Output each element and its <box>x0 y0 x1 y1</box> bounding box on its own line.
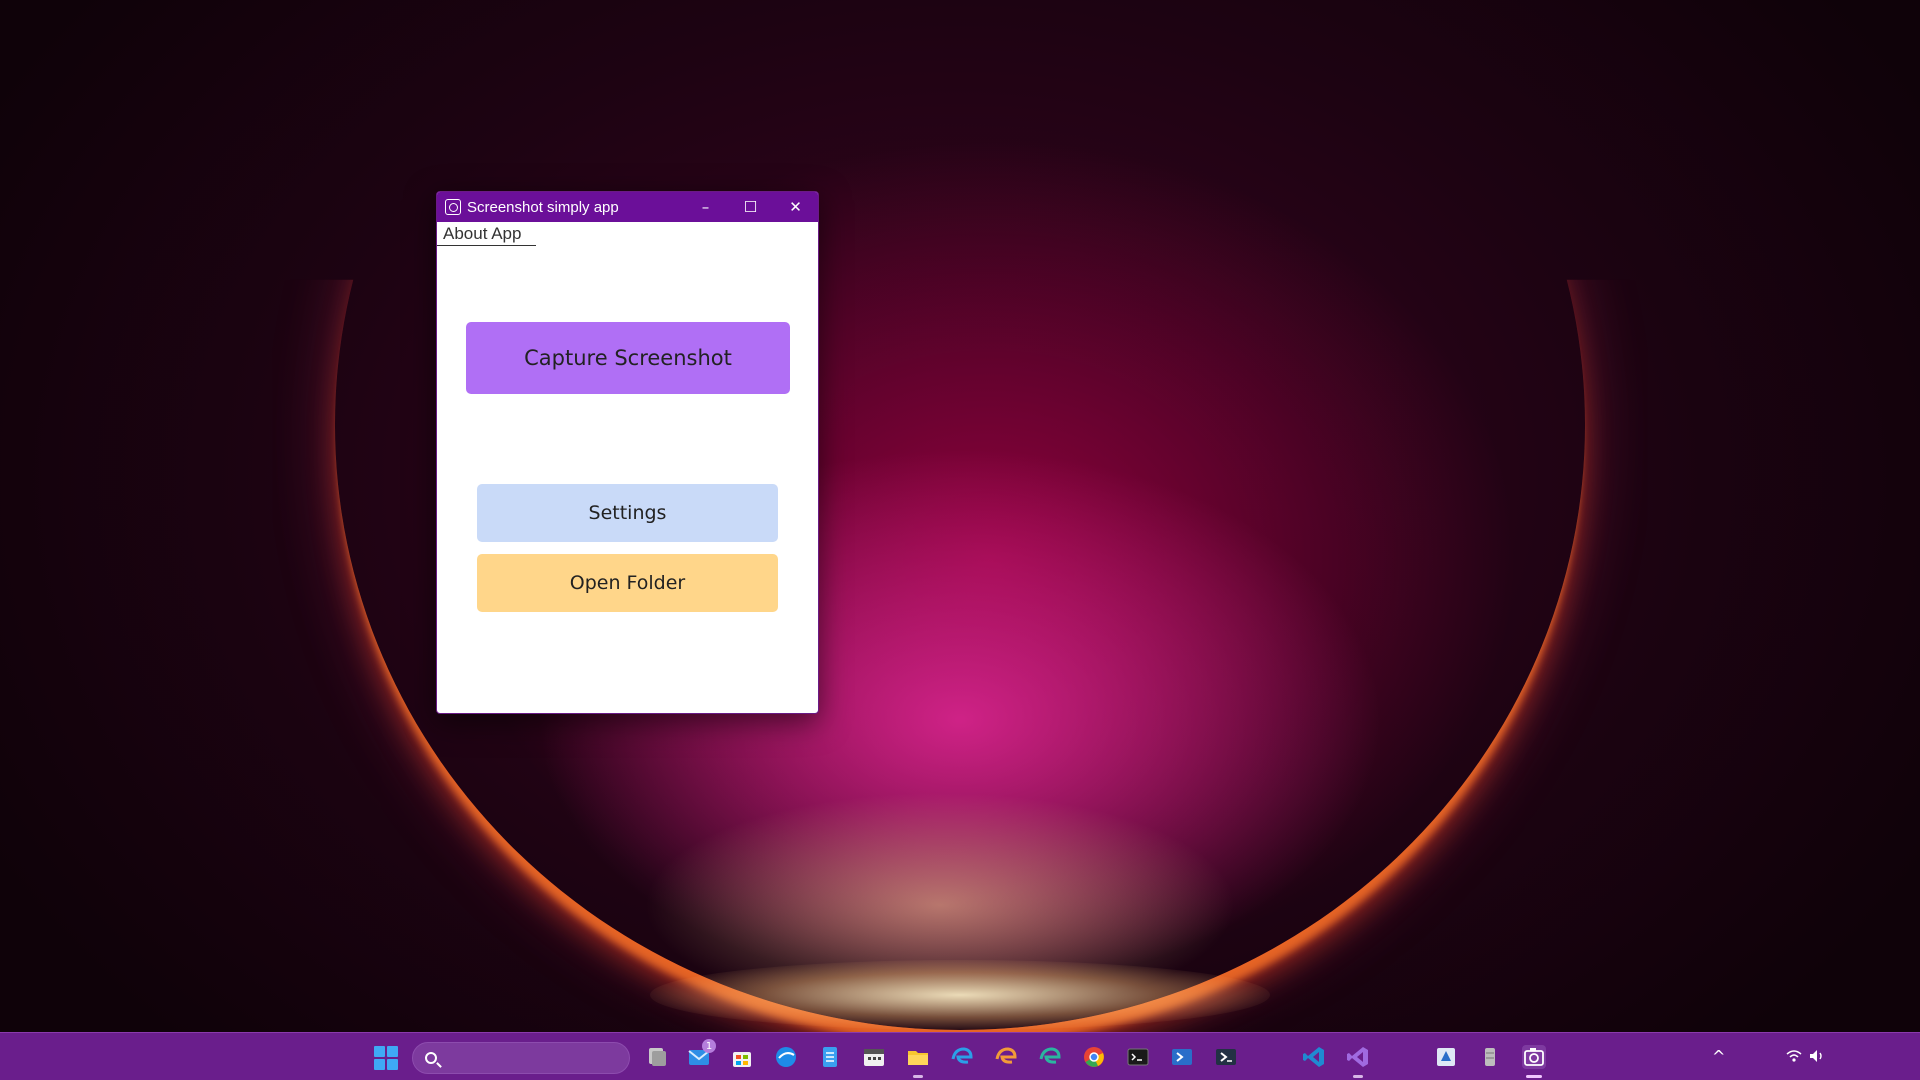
screenshot-app-icon[interactable] <box>1522 1045 1546 1078</box>
capture-screenshot-button[interactable]: Capture Screenshot <box>466 322 790 394</box>
edge-beta-icon[interactable] <box>994 1045 1018 1069</box>
search-icon <box>425 1052 437 1064</box>
notepad-icon[interactable] <box>818 1045 842 1069</box>
taskbar-search[interactable] <box>412 1042 630 1074</box>
wallpaper-glow-highlight <box>650 960 1270 1030</box>
terminal-icon[interactable] <box>1126 1045 1150 1069</box>
powershell-icon[interactable] <box>1170 1045 1194 1069</box>
window-titlebar[interactable]: Screenshot simply app – ☐ ✕ <box>437 192 818 222</box>
installer-icon[interactable] <box>1434 1045 1458 1069</box>
wifi-icon[interactable] <box>1785 1047 1803 1065</box>
menu-bar: About App <box>437 222 818 246</box>
chevron-up-icon[interactable]: ^ <box>1712 1047 1725 1066</box>
open-folder-button[interactable]: Open Folder <box>477 554 778 612</box>
powershell-core-icon[interactable] <box>1214 1045 1238 1069</box>
chrome-icon[interactable] <box>1082 1045 1106 1069</box>
window-controls: – ☐ ✕ <box>683 192 818 222</box>
menu-about-app[interactable]: About App <box>437 222 536 246</box>
windows-start-icon[interactable] <box>374 1046 398 1070</box>
task-view-icon[interactable] <box>645 1045 669 1069</box>
calendar-icon[interactable] <box>862 1045 886 1069</box>
minimize-button[interactable]: – <box>683 192 728 222</box>
taskbar: 1 ^ <box>0 1032 1920 1080</box>
browser-icon[interactable] <box>774 1045 798 1069</box>
edge-icon[interactable] <box>950 1045 974 1069</box>
desktop-wallpaper <box>0 0 1920 1032</box>
vscode-icon[interactable] <box>1302 1045 1326 1069</box>
mail-unread-badge: 1 <box>702 1039 716 1053</box>
edge-dev-icon[interactable] <box>1038 1045 1062 1069</box>
settings-button[interactable]: Settings <box>477 484 778 542</box>
mail-icon[interactable]: 1 <box>687 1039 716 1069</box>
file-explorer-icon[interactable] <box>906 1045 930 1078</box>
close-button[interactable]: ✕ <box>773 192 818 222</box>
maximize-button[interactable]: ☐ <box>728 192 773 222</box>
visual-studio-icon[interactable] <box>1346 1045 1370 1078</box>
app-window: Screenshot simply app – ☐ ✕ About App Ca… <box>436 191 819 714</box>
window-title: Screenshot simply app <box>467 198 619 216</box>
volume-icon[interactable] <box>1808 1047 1826 1065</box>
camera-icon <box>445 199 461 215</box>
database-icon[interactable] <box>1478 1045 1502 1069</box>
store-icon[interactable] <box>730 1045 754 1069</box>
